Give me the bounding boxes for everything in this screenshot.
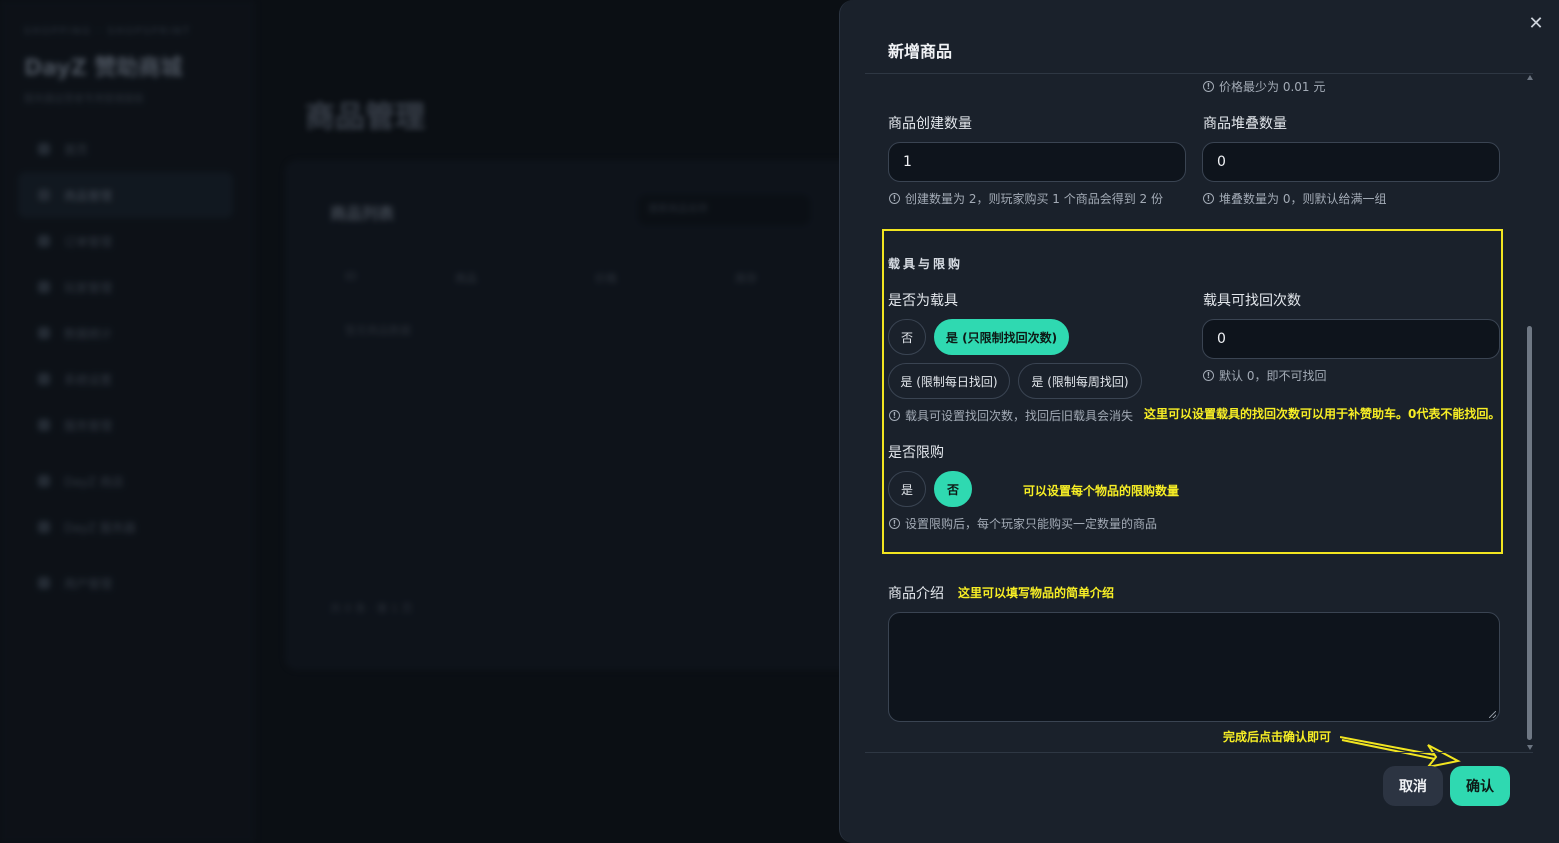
background-nav-item: DayZ 服务器: [18, 504, 233, 550]
background-nav-item: 用户管理: [18, 560, 233, 606]
limit-hint: ! 设置限购后，每个玩家只能购买一定数量的商品: [889, 515, 1157, 532]
nav-icon: [38, 373, 50, 385]
scroll-up-arrow-icon[interactable]: [1527, 75, 1533, 80]
nav-icon: [38, 577, 50, 589]
create-qty-hint: ! 创建数量为 2，则玩家购买 1 个商品会得到 2 份: [889, 190, 1163, 207]
background-card: [285, 160, 865, 670]
vehicle-option-daily[interactable]: 是 (限制每日找回): [888, 363, 1010, 399]
info-icon: !: [889, 518, 900, 529]
limit-option-no[interactable]: 否: [934, 471, 972, 507]
intro-label: 商品介绍: [888, 586, 944, 602]
cancel-button[interactable]: 取消: [1383, 766, 1443, 806]
vehicle-hint: ! 载具可设置找回次数，找回后旧载具会消失: [889, 407, 1133, 424]
recover-count-label: 载具可找回次数: [1203, 293, 1301, 309]
background-nav-item: 首页: [18, 126, 233, 172]
background-table-header: 商品: [455, 272, 477, 285]
stack-qty-input[interactable]: 0: [1202, 142, 1500, 182]
background-page-title: 商品管理: [305, 100, 425, 135]
footer-divider: [865, 752, 1533, 753]
background-description: 服务器运营者专用管理面板: [24, 94, 144, 105]
background-nav-item: 商品管理: [18, 172, 233, 218]
annotation-arrow-icon: [1340, 736, 1461, 769]
is-vehicle-label: 是否为载具: [888, 293, 958, 309]
stack-qty-label: 商品堆叠数量: [1203, 116, 1287, 132]
recover-count-input[interactable]: 0: [1202, 319, 1500, 359]
vehicle-option-no[interactable]: 否: [888, 319, 926, 355]
intro-annotation: 这里可以填写物品的简单介绍: [958, 586, 1115, 600]
nav-icon: [38, 189, 50, 201]
background-empty-text: 暂无商品数据: [345, 324, 411, 337]
limit-purchase-label: 是否限购: [888, 445, 944, 461]
vehicle-section-title: 载具与限购: [888, 257, 964, 271]
nav-icon: [38, 143, 50, 155]
nav-icon: [38, 281, 50, 293]
info-icon: !: [889, 193, 900, 204]
info-icon: !: [1203, 193, 1214, 204]
background-nav-item: 订单管理: [18, 218, 233, 264]
info-icon: !: [1203, 370, 1214, 381]
background-card-title: 商品列表: [330, 204, 395, 223]
scroll-down-arrow-icon[interactable]: [1527, 745, 1533, 750]
close-icon[interactable]: ✕: [1526, 14, 1546, 34]
price-hint: ! 价格最少为 0.01 元: [1203, 78, 1325, 95]
background-nav-item: 系统设置: [18, 356, 233, 402]
background-nav-item: 服务管理: [18, 402, 233, 448]
scrollbar-thumb[interactable]: [1527, 326, 1532, 740]
header-divider: [865, 73, 1533, 74]
limit-option-yes[interactable]: 是: [888, 471, 926, 507]
drawer-title: 新增商品: [888, 42, 953, 61]
nav-icon: [38, 475, 50, 487]
recover-count-hint: ! 默认 0，即不可找回: [1203, 367, 1326, 384]
intro-textarea[interactable]: [888, 612, 1500, 722]
background-table-header: ID: [345, 270, 357, 283]
background-nav-item: 数据统计: [18, 310, 233, 356]
background-brand: DayZ 赞助商城: [24, 56, 183, 81]
confirm-annotation: 完成后点击确认即可: [1223, 730, 1332, 744]
resize-grip-icon[interactable]: [1489, 711, 1496, 718]
nav-icon: [38, 521, 50, 533]
background-nav: 首页 商品管理 订单管理 玩家管理 数据统计 系统设置 服务管理 DayZ 商店…: [18, 126, 233, 606]
vehicle-option-recover-count[interactable]: 是 (只限制找回次数): [934, 319, 1069, 355]
background-nav-item: 玩家管理: [18, 264, 233, 310]
background-search: 搜索商品名称: [638, 195, 810, 225]
add-product-drawer: 新增商品 ✕ ! 价格最少为 0.01 元 商品创建数量 1 ! 创建数量为 2，则…: [839, 0, 1559, 843]
create-qty-input[interactable]: 1: [888, 142, 1186, 182]
info-icon: !: [889, 410, 900, 421]
vehicle-option-weekly[interactable]: 是 (限制每周找回): [1018, 363, 1142, 399]
nav-icon: [38, 419, 50, 431]
limit-annotation: 可以设置每个物品的限购数量: [1023, 484, 1180, 498]
background-table-header: 价格: [595, 272, 617, 285]
stack-qty-hint: ! 堆叠数量为 0，则默认给满一组: [1203, 190, 1386, 207]
create-qty-label: 商品创建数量: [888, 116, 972, 132]
recover-annotation: 这里可以设置载具的找回次数可以用于补赞助车。0代表不能找回。: [1144, 407, 1501, 421]
info-icon: !: [1203, 81, 1214, 92]
background-nav-item: DayZ 商店: [18, 458, 233, 504]
confirm-button[interactable]: 确认: [1450, 766, 1510, 806]
background-total-text: 共 0 条 · 第 1 页: [330, 602, 413, 615]
nav-icon: [38, 327, 50, 339]
nav-icon: [38, 235, 50, 247]
background-table-header: 库存: [735, 272, 757, 285]
background-subtitle: SHOPPING · SHOPSPRINT: [24, 26, 192, 37]
